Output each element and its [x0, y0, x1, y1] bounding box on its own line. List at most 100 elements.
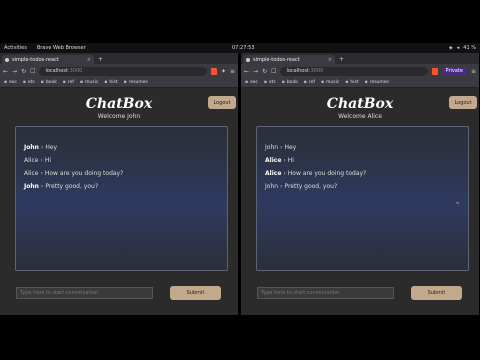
forward-icon[interactable]: → [253, 68, 258, 75]
message-text: Hi [287, 157, 294, 164]
message-text: How are you doing today? [287, 170, 367, 177]
bookmark-icon[interactable]: ☐ [30, 68, 35, 75]
bookmark-item[interactable]: ets [264, 80, 276, 85]
tab-strip: simple-todos-react × + [0, 53, 238, 64]
system-top-bar: Activities Brave Web Browser 07:27:53 ◈ … [0, 43, 480, 53]
menu-icon[interactable]: ≡ [471, 68, 476, 75]
tab-title: simple-todos-react [12, 56, 59, 63]
message-input[interactable] [16, 287, 153, 299]
submit-button[interactable]: Submit [411, 286, 462, 300]
bookmark-item[interactable]: ref [304, 80, 315, 85]
chevron-right-icon: › [280, 144, 283, 151]
close-tab-icon[interactable]: × [87, 57, 91, 63]
logout-button[interactable]: Logout [208, 96, 236, 109]
bookmarks-bar: exc ets book ref music hist resumes [0, 78, 238, 88]
tab-title: simple-todos-react [253, 56, 300, 63]
message-item: John › Pretty good, you? [24, 180, 219, 193]
message-text: How are you doing today? [44, 170, 124, 177]
back-icon[interactable]: ← [244, 68, 249, 75]
volume-icon[interactable]: ◂ [457, 45, 460, 51]
chevron-right-icon: › [283, 170, 286, 177]
logout-button[interactable]: Logout [449, 96, 477, 109]
chevron-right-icon: › [283, 157, 286, 164]
chat-page: ChatBox Welcome John Logout John › Hey Ali… [0, 88, 238, 315]
reload-icon[interactable]: ↻ [262, 68, 267, 75]
address-bar[interactable]: localhost:3000 [280, 66, 428, 76]
message-author: John [265, 183, 279, 190]
welcome-text: Welcome Alice [338, 113, 382, 120]
message-text: Hi [44, 157, 52, 164]
message-text: Pretty good, you? [45, 183, 98, 190]
address-toolbar: ← → ↻ ☐ localhost:3000 ✦ ≡ [0, 64, 238, 78]
screen: Activities Brave Web Browser 07:27:53 ◈ … [0, 0, 480, 360]
message-input[interactable] [257, 287, 394, 299]
bookmark-item[interactable]: book [282, 80, 298, 85]
message-author: John [24, 183, 39, 190]
bookmark-item[interactable]: music [321, 80, 339, 85]
message-author: Alice [265, 157, 282, 164]
bookmark-item[interactable]: exc [4, 80, 17, 85]
favicon-icon [246, 57, 250, 62]
network-icon[interactable]: ◈ [449, 45, 453, 51]
bookmark-item[interactable]: hist [104, 80, 117, 85]
browser-tab[interactable]: simple-todos-react × [2, 55, 94, 64]
bookmark-item[interactable]: ets [23, 80, 35, 85]
url-host: localhost [45, 68, 68, 74]
welcome-text: Welcome John [97, 113, 141, 120]
message-text: Pretty good, you? [284, 183, 338, 190]
new-tab-icon[interactable]: + [339, 55, 344, 64]
close-tab-icon[interactable]: × [328, 57, 332, 63]
app-menu[interactable]: Brave Web Browser [37, 45, 86, 51]
submit-button[interactable]: Submit [170, 286, 221, 300]
address-bar[interactable]: localhost:3000 [39, 66, 207, 76]
extensions-icon[interactable]: ✦ [221, 68, 226, 75]
chevron-right-icon: › [40, 144, 44, 151]
forward-icon[interactable]: → [12, 68, 17, 75]
message-text: Hey [45, 144, 58, 151]
mouse-cursor-icon: ⌖ [456, 200, 460, 207]
menu-icon[interactable]: ≡ [230, 68, 235, 75]
bookmark-item[interactable]: hist [345, 80, 358, 85]
battery-level[interactable]: 41 % [463, 45, 476, 51]
url-port: :3000 [308, 68, 324, 74]
address-toolbar: ← → ↻ ☐ localhost:3000 Private ≡ [241, 64, 479, 78]
compose-row: Submit [257, 285, 467, 301]
message-item: Alice › Hi [24, 154, 219, 167]
brave-shields-icon[interactable] [210, 67, 217, 75]
browser-tab[interactable]: simple-todos-react × [243, 55, 335, 64]
tab-strip: simple-todos-react × + [241, 53, 479, 64]
bookmark-icon[interactable]: ☐ [271, 68, 276, 75]
reload-icon[interactable]: ↻ [21, 68, 26, 75]
bookmark-item[interactable]: ref [63, 80, 74, 85]
message-item: John › Hey [265, 141, 460, 154]
chevron-right-icon: › [40, 157, 43, 164]
chevron-right-icon: › [40, 170, 43, 177]
url-host: localhost [286, 68, 309, 74]
compose-row: Submit [16, 285, 226, 301]
clock[interactable]: 07:27:53 [232, 45, 254, 51]
brave-shields-icon[interactable] [431, 67, 438, 75]
message-author: John [265, 144, 279, 151]
url-port: :3000 [67, 68, 83, 74]
bookmark-item[interactable]: resumes [365, 80, 389, 85]
app-title: ChatBox [326, 96, 394, 112]
bookmark-item[interactable]: book [41, 80, 57, 85]
message-item: John › Pretty good, you? [265, 180, 460, 193]
message-author: Alice [265, 170, 282, 177]
favicon-icon [5, 57, 9, 62]
browser-window-left: simple-todos-react × + ← → ↻ ☐ localhost… [0, 53, 238, 315]
message-text: Hey [284, 144, 297, 151]
message-list: John › Hey Alice › Hi Alice › How are you doin… [256, 126, 469, 271]
message-item: Alice › Hi [265, 154, 460, 167]
bookmark-item[interactable]: exc [245, 80, 258, 85]
message-item: Alice › How are you doing today? [24, 167, 219, 180]
message-author: Alice [24, 157, 39, 164]
bookmark-item[interactable]: music [80, 80, 98, 85]
back-icon[interactable]: ← [3, 68, 8, 75]
app-title: ChatBox [85, 96, 153, 112]
private-window-badge[interactable]: Private [441, 67, 467, 75]
chevron-right-icon: › [40, 183, 44, 190]
new-tab-icon[interactable]: + [98, 55, 103, 64]
bookmark-item[interactable]: resumes [124, 80, 148, 85]
activities-button[interactable]: Activities [4, 45, 27, 51]
